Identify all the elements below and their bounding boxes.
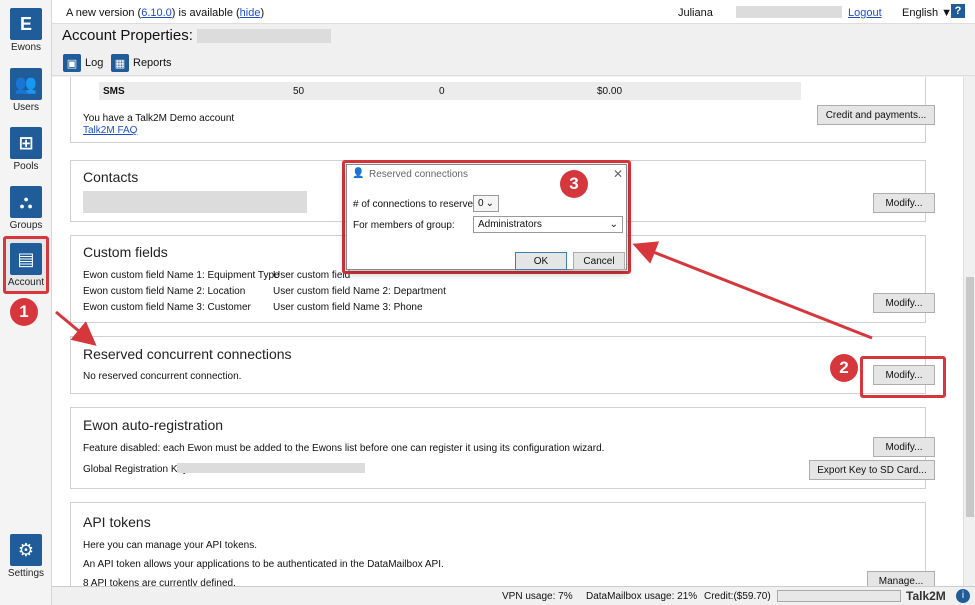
chevron-down-icon: ⌄ <box>609 219 618 230</box>
group-label: For members of group: <box>353 220 455 231</box>
close-icon[interactable]: ✕ <box>613 167 623 181</box>
cancel-button[interactable]: Cancel <box>573 252 625 270</box>
chevron-down-icon: ⌄ <box>485 198 494 209</box>
group-select[interactable]: Administrators ⌄ <box>473 216 623 233</box>
ok-button[interactable]: OK <box>515 252 567 270</box>
callout-1: 1 <box>10 298 38 326</box>
arrow-1 <box>55 310 97 346</box>
connections-count-label: # of connections to reserve: <box>353 199 476 210</box>
connections-count-select[interactable]: 0 ⌄ <box>473 195 499 212</box>
dialog-icon: 👤 <box>352 168 365 179</box>
group-value: Administrators <box>478 219 542 230</box>
arrow-2 <box>632 241 873 340</box>
highlight-modify <box>860 356 946 398</box>
annotation-arrows <box>55 241 873 346</box>
count-value: 0 <box>478 198 484 209</box>
callout-2: 2 <box>830 354 858 382</box>
dialog-title: Reserved connections <box>369 169 468 180</box>
callout-3: 3 <box>560 170 588 198</box>
